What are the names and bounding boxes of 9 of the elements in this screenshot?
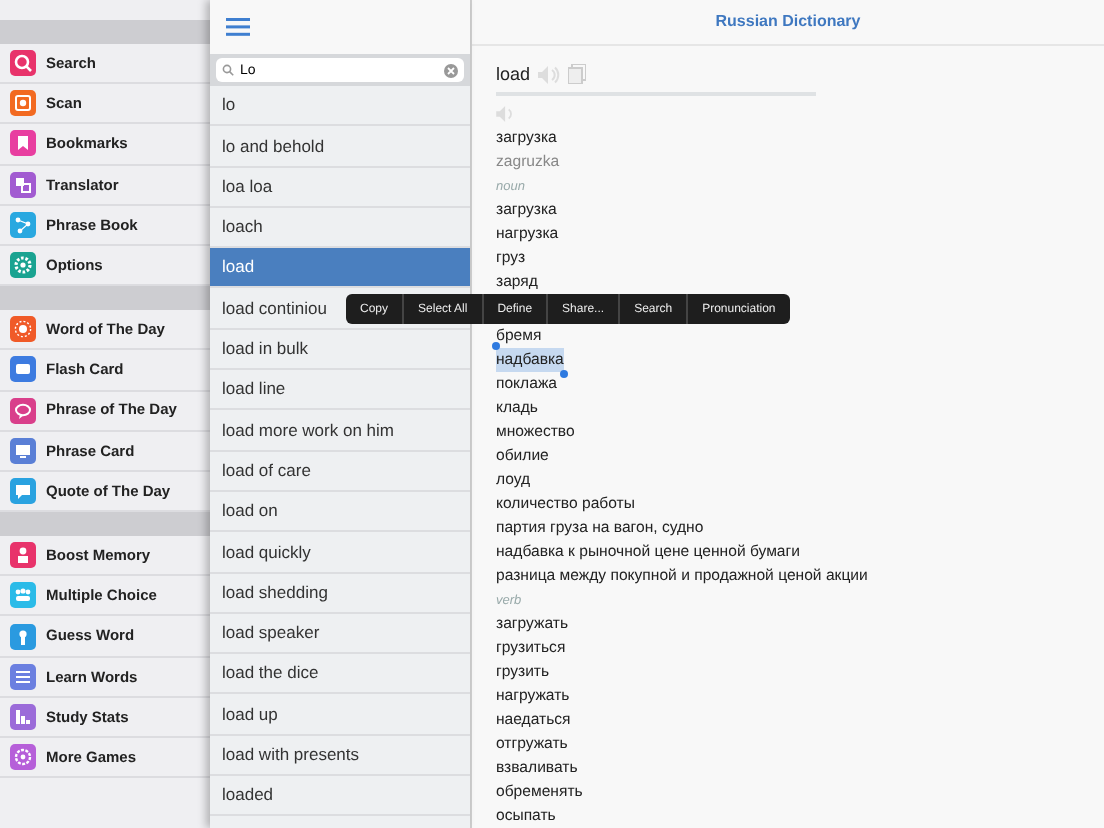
app-title: Russian Dictionary — [715, 10, 861, 34]
search-icon — [222, 64, 234, 76]
selection-handle[interactable] — [559, 370, 568, 378]
result-item[interactable]: load — [210, 248, 470, 289]
clear-icon[interactable] — [444, 63, 458, 77]
headword: load — [496, 62, 531, 86]
document-icon[interactable] — [568, 64, 587, 84]
selection-handle[interactable] — [492, 342, 500, 350]
menu-icon[interactable] — [226, 18, 250, 36]
